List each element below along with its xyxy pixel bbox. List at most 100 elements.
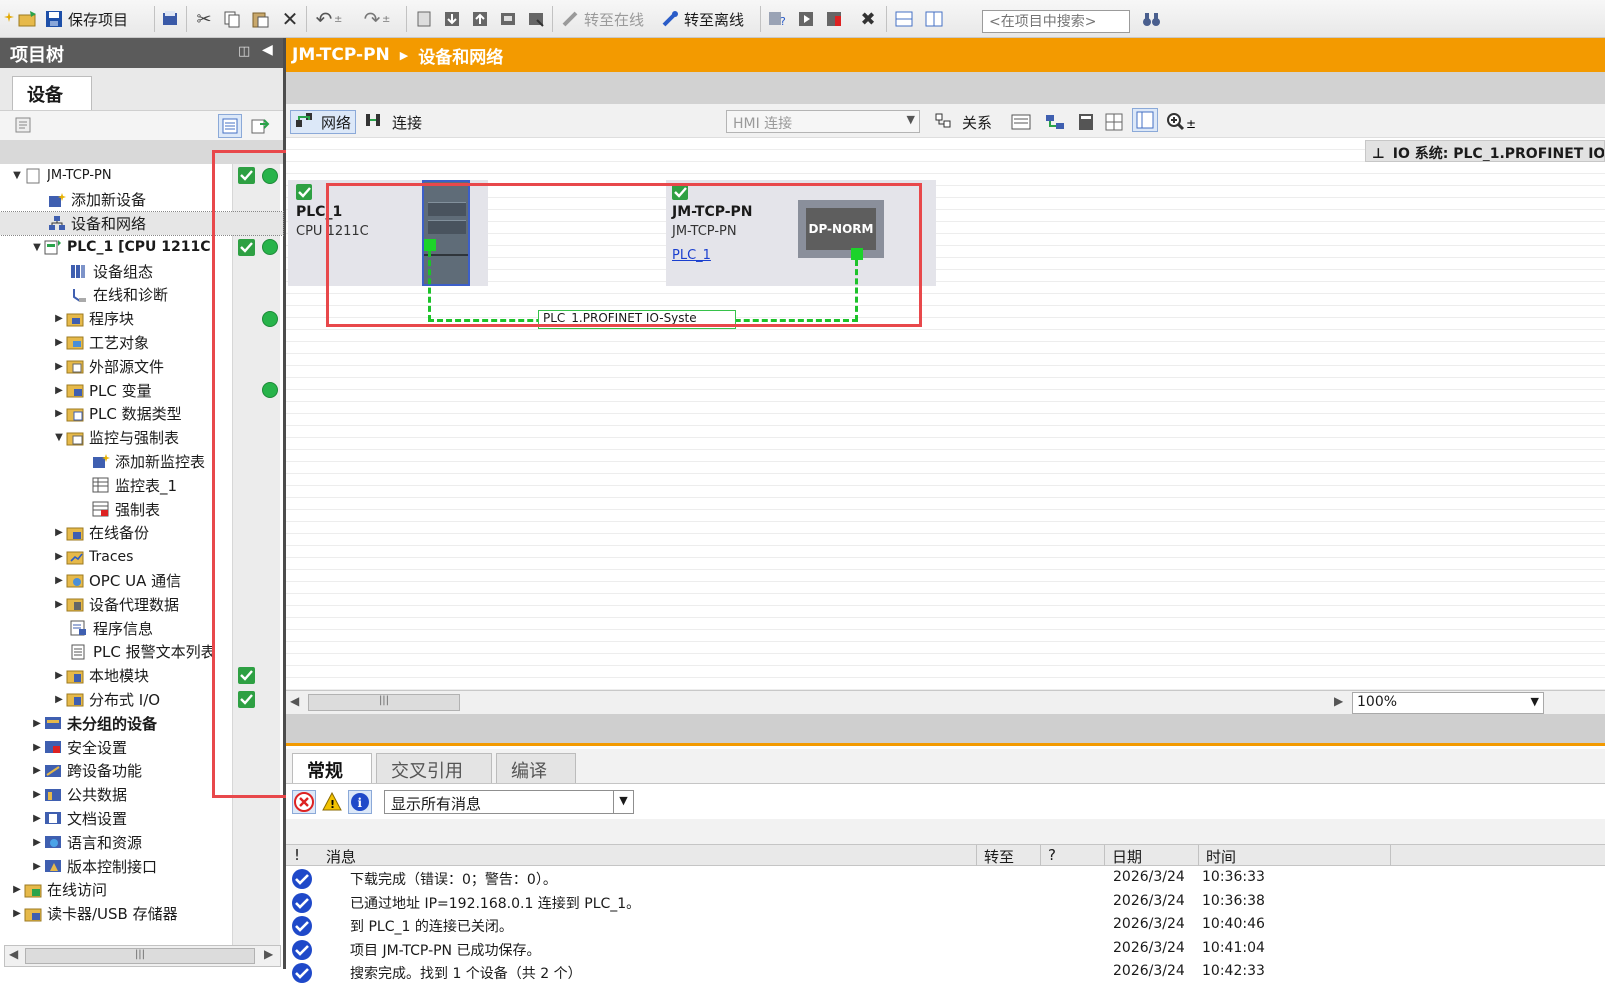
expand-arrow-icon[interactable]: ▶ bbox=[30, 718, 44, 729]
tree-item-languages-resources[interactable]: ▶ 语言和资源 bbox=[0, 830, 283, 854]
simulation-icon[interactable] bbox=[498, 8, 518, 30]
scroll-left-icon[interactable]: ◀ bbox=[9, 947, 18, 961]
show-info-icon[interactable]: i bbox=[348, 790, 372, 814]
start-cpu-icon[interactable] bbox=[796, 8, 816, 30]
expand-arrow-icon[interactable]: ▶ bbox=[52, 527, 66, 538]
message-row[interactable]: 到 PLC_1 的连接已关闭。 2026/3/24 10:40:46 bbox=[286, 913, 1605, 937]
tree-item-online-access[interactable]: ▶ 在线访问 bbox=[0, 878, 283, 902]
new-project-icon[interactable] bbox=[2, 8, 16, 30]
undo-icon[interactable]: ↶ ± bbox=[314, 7, 343, 31]
compile-icon[interactable] bbox=[414, 8, 434, 30]
scroll-right-icon[interactable]: ▶ bbox=[1334, 694, 1343, 708]
zoom-select[interactable]: 100% ▼ bbox=[1352, 692, 1544, 714]
scroll-thumb[interactable]: ||| bbox=[25, 948, 255, 964]
upload-icon[interactable] bbox=[470, 8, 490, 30]
save-project-button[interactable]: 保存项目 bbox=[44, 8, 128, 30]
tab-cross-references[interactable]: 交叉引用 bbox=[376, 753, 492, 783]
expand-arrow-icon[interactable]: ▶ bbox=[30, 813, 44, 824]
relations-view-button[interactable]: 关系 bbox=[934, 110, 992, 134]
message-row[interactable]: 已通过地址 IP=192.168.0.1 连接到 PLC_1。 2026/3/2… bbox=[286, 890, 1605, 914]
paste-icon[interactable] bbox=[250, 8, 270, 30]
canvas-horizontal-scrollbar[interactable]: ◀ ||| ▶ 100% ▼ bbox=[286, 690, 1605, 714]
expand-arrow-icon[interactable]: ▶ bbox=[52, 361, 66, 372]
tree-properties-icon[interactable] bbox=[14, 116, 34, 138]
expand-arrow-icon[interactable]: ▼ bbox=[30, 242, 44, 253]
accessible-devices-icon[interactable]: ? bbox=[768, 8, 788, 30]
connections-view-button[interactable]: 连接 bbox=[364, 110, 422, 134]
expand-arrow-icon[interactable]: ▼ bbox=[52, 432, 66, 443]
col-date[interactable]: 日期 bbox=[1112, 846, 1142, 867]
expand-arrow-icon[interactable]: ▶ bbox=[52, 670, 66, 681]
expand-arrow-icon[interactable]: ▶ bbox=[52, 337, 66, 348]
delete-icon[interactable]: ✕ bbox=[280, 7, 300, 31]
expand-arrow-icon[interactable]: ▶ bbox=[52, 408, 66, 419]
split-vertical-icon[interactable] bbox=[924, 8, 944, 30]
col-message[interactable]: 消息 bbox=[326, 846, 356, 867]
cut-icon[interactable]: ✂ bbox=[194, 8, 214, 30]
tab-general[interactable]: 常规 bbox=[292, 753, 372, 783]
expand-arrow-icon[interactable]: ▶ bbox=[52, 599, 66, 610]
expand-arrow-icon[interactable]: ▶ bbox=[30, 765, 44, 776]
go-online-button[interactable]: 转至在线 bbox=[560, 8, 644, 30]
collapse-panel-icon[interactable]: ◀ bbox=[262, 42, 273, 58]
expand-arrow-icon[interactable]: ▶ bbox=[30, 789, 44, 800]
expand-arrow-icon[interactable]: ▼ bbox=[10, 170, 24, 181]
scroll-thumb[interactable]: ||| bbox=[308, 694, 460, 711]
expand-arrow-icon[interactable]: ▶ bbox=[52, 551, 66, 562]
scroll-right-icon[interactable]: ▶ bbox=[264, 947, 273, 961]
project-search-input[interactable] bbox=[982, 10, 1130, 33]
tree-item-document-settings[interactable]: ▶ 文档设置 bbox=[0, 807, 283, 831]
message-row[interactable]: 下载完成（错误：0；警告：0）。 2026/3/24 10:36:33 bbox=[286, 866, 1605, 890]
zoom-in-icon[interactable]: ± bbox=[1166, 110, 1196, 134]
page-break-icon[interactable] bbox=[1076, 110, 1096, 134]
open-project-icon[interactable] bbox=[18, 8, 38, 30]
tab-compile[interactable]: 编译 bbox=[496, 753, 576, 783]
expand-arrow-icon[interactable]: ▶ bbox=[10, 908, 24, 919]
expand-arrow-icon[interactable]: ▶ bbox=[52, 575, 66, 586]
split-horizontal-icon[interactable] bbox=[894, 8, 914, 30]
tree-overview-icon[interactable] bbox=[218, 114, 242, 138]
col-goto[interactable]: 转至 bbox=[984, 846, 1014, 867]
network-topology-icon[interactable] bbox=[1044, 110, 1066, 134]
message-row[interactable]: 搜索完成。找到 1 个设备（共 2 个） 2026/3/24 10:42:33 bbox=[286, 960, 1605, 984]
tree-export-icon[interactable] bbox=[250, 116, 270, 140]
col-time[interactable]: 时间 bbox=[1206, 846, 1236, 867]
message-row[interactable]: 项目 JM-TCP-PN 已成功保存。 2026/3/24 10:41:04 bbox=[286, 937, 1605, 961]
print-icon[interactable] bbox=[160, 8, 180, 30]
editor-inspector-splitter[interactable] bbox=[286, 714, 1605, 746]
expand-arrow-icon[interactable]: ▶ bbox=[52, 385, 66, 396]
network-view-canvas[interactable]: ⊥ IO 系统: PLC_1.PROFINET IO- PLC_1 CPU 121… bbox=[286, 138, 1605, 690]
stop-cpu-icon[interactable] bbox=[824, 8, 844, 30]
message-filter-select[interactable]: 显示所有消息 ▼ bbox=[384, 790, 634, 814]
network-view-button[interactable]: 网络 bbox=[290, 110, 357, 134]
show-errors-icon[interactable] bbox=[292, 790, 316, 814]
expand-arrow-icon[interactable]: ▶ bbox=[30, 861, 44, 872]
download-icon[interactable] bbox=[442, 8, 462, 30]
pin-icon[interactable]: ⊥ bbox=[1372, 146, 1385, 161]
io-system-text: IO 系统: PLC_1.PROFINET IO- bbox=[1392, 146, 1605, 162]
show-warnings-icon[interactable]: ! bbox=[322, 791, 342, 816]
expand-arrow-icon[interactable]: ▶ bbox=[52, 694, 66, 705]
address-overview-icon[interactable] bbox=[1010, 110, 1032, 134]
scroll-left-icon[interactable]: ◀ bbox=[290, 694, 299, 708]
expand-arrow-icon[interactable]: ▶ bbox=[30, 837, 44, 848]
panel-pin-icon[interactable]: ◫ bbox=[238, 44, 250, 59]
expand-arrow-icon[interactable]: ▶ bbox=[10, 884, 24, 895]
expand-arrow-icon[interactable]: ▶ bbox=[52, 313, 66, 324]
tree-horizontal-scrollbar[interactable]: ◀ ||| ▶ bbox=[4, 945, 281, 967]
tab-devices[interactable]: 设备 bbox=[12, 76, 92, 110]
tree-item-version-control[interactable]: ▶ 版本控制接口 bbox=[0, 854, 283, 878]
show-overview-icon[interactable] bbox=[1132, 108, 1158, 132]
tree-item-card-reader[interactable]: ▶ 读卡器/USB 存储器 bbox=[0, 902, 283, 926]
go-offline-button[interactable]: 转至离线 bbox=[660, 8, 744, 30]
expand-arrow-icon[interactable]: ▶ bbox=[30, 742, 44, 753]
redo-icon[interactable]: ↷ ± bbox=[362, 7, 391, 31]
connection-type-select[interactable]: HMI 连接 ▼ bbox=[726, 110, 920, 133]
binoculars-icon[interactable] bbox=[1142, 8, 1162, 30]
breadcrumb-project[interactable]: JM-TCP-PN bbox=[292, 45, 390, 65]
cross-tools-icon[interactable]: ✖ bbox=[858, 8, 878, 30]
col-help[interactable]: ? bbox=[1048, 846, 1056, 864]
grid-icon[interactable] bbox=[1104, 110, 1124, 134]
stop-plc-icon[interactable] bbox=[526, 8, 546, 30]
copy-icon[interactable] bbox=[222, 8, 242, 30]
